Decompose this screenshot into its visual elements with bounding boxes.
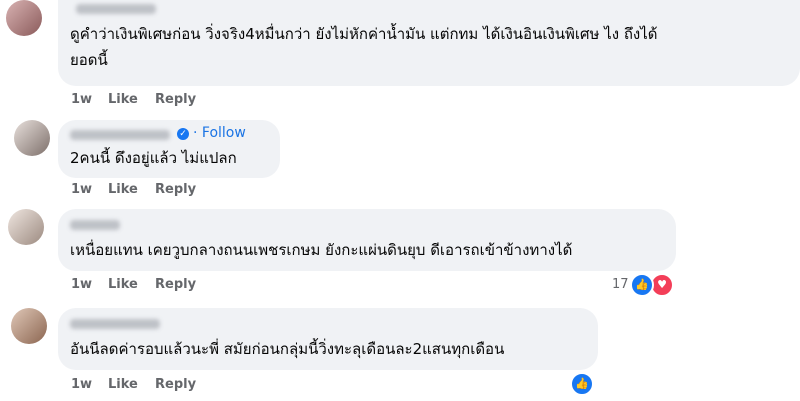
reply-button[interactable]: Reply (155, 182, 196, 197)
comment-3: เหนื่อยแทน เคยวูบกลางถนนเพชรเกษม ยังกะแผ… (0, 205, 800, 300)
comment-text: เหนื่อยแทน เคยวูบกลางถนนเพชรเกษม ยังกะแผ… (70, 241, 573, 259)
like-button[interactable]: Like (108, 182, 138, 197)
avatar[interactable] (14, 120, 50, 156)
avatar[interactable] (6, 0, 42, 36)
author-name[interactable] (70, 130, 170, 140)
comment-text: ดูคำว่าเงินพิเศษก่อน วิ่งจริง4หมื่นกว่า … (70, 25, 658, 69)
comment-text: อันนีลดค่ารอบแล้วนะพี่ สมัยก่อนกลุ่มนี้ว… (70, 340, 505, 358)
timestamp[interactable]: 1w (71, 92, 92, 107)
verified-badge-icon: ✓ (177, 128, 189, 140)
comment-1: ดูคำว่าเงินพิเศษก่อน วิ่งจริง4หมื่นกว่า … (0, 0, 800, 112)
timestamp[interactable]: 1w (71, 182, 92, 197)
avatar[interactable] (8, 209, 44, 245)
author-name[interactable] (70, 319, 160, 329)
follow-link[interactable]: · Follow (193, 125, 246, 141)
author-name[interactable] (70, 220, 120, 230)
like-reaction-icon[interactable]: 👍 (570, 372, 594, 396)
like-button[interactable]: Like (108, 92, 138, 107)
comment-bubble: เหนื่อยแทน เคยวูบกลางถนนเพชรเกษม ยังกะแผ… (58, 209, 676, 271)
comment-bubble: ดูคำว่าเงินพิเศษก่อน วิ่งจริง4หมื่นกว่า … (58, 0, 800, 86)
comment-2: ✓ · Follow 2คนนี้ ดึงอยู่แล้ว ไม่แปลก 1w… (0, 115, 800, 205)
reply-button[interactable]: Reply (155, 92, 196, 107)
like-button[interactable]: Like (108, 377, 138, 392)
comment-4: อันนีลดค่ารอบแล้วนะพี่ สมัยก่อนกลุ่มนี้ว… (0, 303, 800, 401)
timestamp[interactable]: 1w (71, 277, 92, 292)
reaction-count[interactable]: 17 (612, 277, 629, 292)
comment-text: 2คนนี้ ดึงอยู่แล้ว ไม่แปลก (70, 149, 237, 167)
comment-bubble: อันนีลดค่ารอบแล้วนะพี่ สมัยก่อนกลุ่มนี้ว… (58, 308, 598, 370)
reply-button[interactable]: Reply (155, 377, 196, 392)
timestamp[interactable]: 1w (71, 377, 92, 392)
avatar[interactable] (11, 308, 47, 344)
author-name[interactable] (76, 4, 156, 14)
like-reaction-icon: 👍 (630, 273, 654, 297)
follow-label: Follow (201, 125, 246, 141)
like-button[interactable]: Like (108, 277, 138, 292)
reply-button[interactable]: Reply (155, 277, 196, 292)
comment-bubble: ✓ · Follow 2คนนี้ ดึงอยู่แล้ว ไม่แปลก (58, 120, 280, 178)
